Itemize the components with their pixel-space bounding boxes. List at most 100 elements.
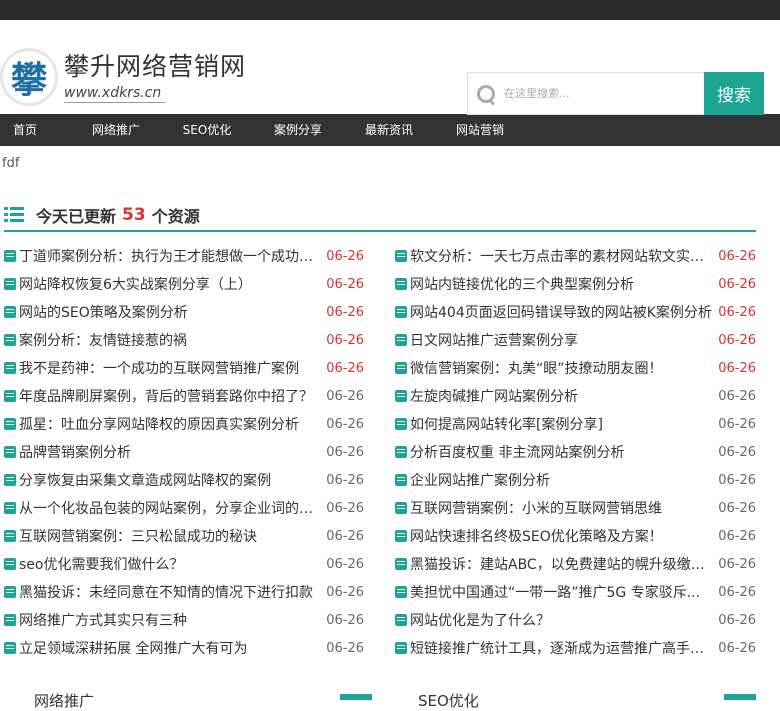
article-link[interactable]: 品牌营销案例分析 [19,442,324,462]
document-icon [395,474,407,486]
article-row: 企业网站推广案例分析 06-26 [395,466,756,494]
article-link[interactable]: 微信营销案例：丸美“眼”技撩动朋友圈！ [410,358,716,378]
logo-emblem: 攀 [0,48,58,106]
article-link[interactable]: 黑猫投诉：未经同意在不知情的情况下进行扣款 [19,582,324,602]
article-link[interactable]: 如何提高网站转化率[案例分享] [410,414,716,434]
article-row: 孤星：吐血分享网站降权的原因真实案例分析 06-26 [4,410,364,438]
document-icon [4,334,16,346]
article-row: 网站降权恢复6大实战案例分享（上） 06-26 [4,270,364,298]
article-row: 网站的SEO策略及案例分析 06-26 [4,298,364,326]
article-row: 软文分析：一天七万点击率的素材网站软文实战... 06-26 [395,242,756,270]
article-date: 06-26 [326,304,364,320]
document-icon [4,642,16,654]
article-link[interactable]: 孤星：吐血分享网站降权的原因真实案例分析 [19,414,324,434]
article-date: 06-26 [326,612,364,628]
article-date: 06-26 [326,640,364,656]
article-link[interactable]: 日文网站推广运营案例分享 [410,330,716,350]
nav-item-promotion[interactable]: 网络推广 [50,114,182,146]
article-link[interactable]: 美担忧中国通过“一带一路”推广5G 专家驳斥... [410,582,716,602]
article-date: 06-26 [326,360,364,376]
article-link[interactable]: 网站降权恢复6大实战案例分享（上） [19,274,324,294]
bottom-section-headers: 网络推广 SEO优化 [0,690,780,710]
nav-item-seo[interactable]: SEO优化 [182,114,232,146]
article-link[interactable]: 软文分析：一天七万点击率的素材网站软文实战... [410,246,716,266]
header: 攀 攀升网络营销网 www.xdkrs.cn 搜索 [0,20,780,115]
document-icon [395,306,407,318]
article-link[interactable]: seo优化需要我们做什么？ [19,554,324,574]
article-date: 06-26 [718,584,756,600]
search-button[interactable]: 搜索 [704,72,764,115]
article-row: 网络推广方式其实只有三种 06-26 [4,606,364,634]
article-row: 从一个化妆品包装的网站案例，分享企业词的优... 06-26 [4,494,364,522]
article-row: 品牌营销案例分析 06-26 [4,438,364,466]
article-link[interactable]: 网站内链接优化的三个典型案例分析 [410,274,716,294]
article-row: 网站内链接优化的三个典型案例分析 06-26 [395,270,756,298]
more-tab-promotion[interactable] [340,694,372,700]
document-icon [395,250,407,262]
article-row: 黑猫投诉：未经同意在不知情的情况下进行扣款 06-26 [4,578,364,606]
article-link[interactable]: 丁道师案例分析：执行为王才能想做一个成功的... [19,246,324,266]
article-date: 06-26 [718,388,756,404]
search-input[interactable] [504,87,694,100]
article-link[interactable]: 企业网站推广案例分析 [410,470,716,490]
document-icon [4,418,16,430]
document-icon [4,502,16,514]
article-row: 互联网营销案例：三只松鼠成功的秘诀 06-26 [4,522,364,550]
article-row: 黑猫投诉：建站ABC，以免费建站的幌升级缴费... 06-26 [395,550,756,578]
article-link[interactable]: 黑猫投诉：建站ABC，以免费建站的幌升级缴费... [410,554,716,574]
article-link[interactable]: 网络推广方式其实只有三种 [19,610,324,630]
more-tab-seo[interactable] [724,694,756,700]
nav-item-home[interactable]: 首页 [0,114,50,146]
article-link[interactable]: 年度品牌刷屏案例，背后的营销套路你中招了？ [19,386,324,406]
nav-item-news[interactable]: 最新资讯 [364,114,414,146]
update-count: 53 [122,205,146,225]
article-link[interactable]: 分享恢复由采集文章造成网站降权的案例 [19,470,324,490]
article-link[interactable]: 从一个化妆品包装的网站案例，分享企业词的优... [19,498,324,518]
update-suffix: 个资源 [151,207,200,226]
article-date: 06-26 [326,276,364,292]
article-row: 日文网站推广运营案例分享 06-26 [395,326,756,354]
article-link[interactable]: 我不是药神：一个成功的互联网营销推广案例 [19,358,324,378]
top-bar [0,0,780,20]
article-date: 06-26 [718,472,756,488]
article-row: 互联网营销案例：小米的互联网营销思维 06-26 [395,494,756,522]
custom-text: fdf [2,156,20,171]
article-link[interactable]: 网站的SEO策略及案例分析 [19,302,324,322]
document-icon [395,642,407,654]
article-link[interactable]: 网站优化是为了什么？ [410,610,716,630]
article-row: 网站404页面返回码错误导致的网站被K案例分析 06-26 [395,298,756,326]
article-date: 06-26 [326,556,364,572]
article-link[interactable]: 分析百度权重 非主流网站案例分析 [410,442,716,462]
search-field[interactable] [467,72,704,115]
article-date: 06-26 [718,276,756,292]
article-link[interactable]: 网站快速排名终极SEO优化策略及方案！ [410,526,716,546]
article-date: 06-26 [326,500,364,516]
document-icon [395,390,407,402]
article-link[interactable]: 立足领域深耕拓展 全网推广大有可为 [19,638,324,658]
article-list-right: 软文分析：一天七万点击率的素材网站软文实战... 06-26 网站内链接优化的三个典… [395,242,756,662]
article-link[interactable]: 互联网营销案例：三只松鼠成功的秘诀 [19,526,324,546]
document-icon [4,306,16,318]
article-date: 06-26 [326,528,364,544]
article-row: 网站优化是为了什么？ 06-26 [395,606,756,634]
site-logo[interactable]: 攀 攀升网络营销网 www.xdkrs.cn [0,48,246,106]
site-title: 攀升网络营销网 [64,51,247,81]
nav-item-cases[interactable]: 案例分享 [232,114,364,146]
article-date: 06-26 [718,360,756,376]
article-link[interactable]: 短链接推广统计工具，逐渐成为运营推广高手新宠 [410,638,716,658]
article-link[interactable]: 左旋肉碱推广网站案例分析 [410,386,716,406]
document-icon [395,586,407,598]
document-icon [4,250,16,262]
article-date: 06-26 [718,332,756,348]
article-list-left: 丁道师案例分析：执行为王才能想做一个成功的... 06-26 网站降权恢复6大实战案… [4,242,364,662]
article-row: 左旋肉碱推广网站案例分析 06-26 [395,382,756,410]
article-link[interactable]: 网站404页面返回码错误导致的网站被K案例分析 [410,302,716,322]
article-row: 我不是药神：一个成功的互联网营销推广案例 06-26 [4,354,364,382]
article-link[interactable]: 互联网营销案例：小米的互联网营销思维 [410,498,716,518]
logo-text: 攀升网络营销网 www.xdkrs.cn [64,52,246,103]
update-section-header: 今天已更新 53 个资源 [4,182,756,232]
article-link[interactable]: 案例分析：友情链接惹的祸 [19,330,324,350]
document-icon [395,446,407,458]
article-date: 06-26 [326,248,364,264]
nav-item-marketing[interactable]: 网站营销 [414,114,546,146]
